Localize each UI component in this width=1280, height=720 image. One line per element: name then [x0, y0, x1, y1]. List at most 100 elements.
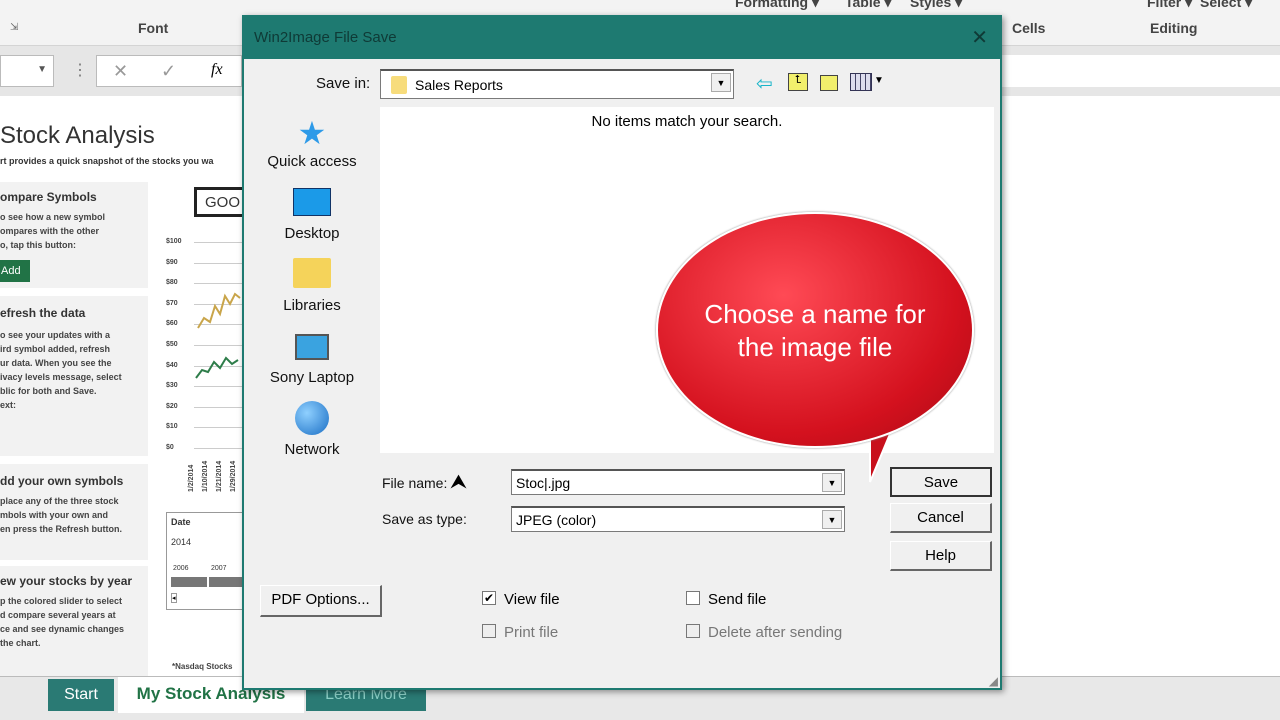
checkbox-icon: [482, 624, 496, 638]
ribbon-group-editing: Editing: [1150, 20, 1198, 36]
resize-grip-icon[interactable]: ◢: [989, 674, 998, 688]
place-label: Libraries: [283, 297, 341, 314]
chart-lines: [195, 292, 241, 379]
y-tick-label: $70: [166, 299, 178, 307]
y-tick-label: $0: [166, 444, 174, 451]
date-slicer[interactable]: Date 2014 2006 2007 ◂: [166, 512, 246, 610]
place-label: Quick access: [267, 153, 357, 170]
card-body: p the colored slider to select d compare…: [0, 596, 125, 648]
slicer-year: 2007: [211, 565, 227, 572]
dialog-titlebar: Win2Image File Save ✕: [244, 17, 1000, 59]
gridline: [194, 427, 244, 429]
conditional-formatting-button[interactable]: Formatting ▾: [735, 0, 819, 11]
card: ew your stocks by year p the colored sli…: [0, 566, 148, 676]
callout-bubble: Choose a name for the image file: [656, 212, 974, 448]
y-tick-label: $60: [166, 320, 178, 328]
place-label: Desktop: [284, 225, 340, 242]
enter-icon[interactable]: ✓: [161, 61, 176, 82]
dialog-launcher-icon[interactable]: ⇲: [10, 22, 18, 33]
tab-start[interactable]: Start: [48, 679, 114, 711]
place-network[interactable]: Network: [262, 401, 362, 458]
new-folder-icon[interactable]: [820, 75, 838, 91]
pdf-options-button[interactable]: PDF Options...: [260, 585, 382, 617]
checkbox-label: Print file: [504, 624, 559, 641]
view-file-checkbox[interactable]: ✔ View file: [482, 591, 560, 608]
find-select-button[interactable]: Select ▾: [1200, 0, 1252, 11]
place-quick-access[interactable]: ★ Quick access: [262, 113, 362, 170]
place-sony-laptop[interactable]: Sony Laptop: [262, 329, 362, 386]
series-line-gold: [197, 292, 241, 329]
callout-text: Choose a name for the image file: [704, 299, 926, 362]
slicer-value: 2014: [171, 537, 192, 547]
card-title: ew your stocks by year: [0, 574, 133, 588]
send-file-checkbox[interactable]: Send file: [686, 591, 766, 608]
card-body: place any of the three stock mbols with …: [0, 496, 123, 534]
y-tick-label: $10: [166, 423, 178, 431]
help-button[interactable]: Help: [890, 541, 992, 571]
y-tick-label: $90: [166, 258, 178, 266]
slicer-bar[interactable]: [209, 577, 245, 587]
formula-controls: ✕ ✓ fx: [96, 55, 242, 87]
card: dd your own symbols place any of the thr…: [0, 464, 148, 560]
gridline: [194, 242, 244, 243]
delete-after-sending-checkbox[interactable]: Delete after sending: [686, 624, 842, 641]
place-label: Sony Laptop: [269, 369, 355, 386]
computer-icon: [262, 329, 362, 369]
card: efresh the data o see your updates with …: [0, 296, 148, 456]
y-tick-label: $50: [166, 341, 178, 348]
checkbox-icon: [686, 591, 700, 605]
name-box[interactable]: ▼: [0, 55, 54, 87]
cancel-button[interactable]: Cancel: [890, 503, 992, 533]
save-type-select[interactable]: JPEG (color) ▼: [511, 506, 845, 532]
sheet-title: Stock Analysis: [0, 122, 155, 149]
function-icon[interactable]: fx: [211, 61, 223, 79]
place-desktop[interactable]: Desktop: [262, 185, 362, 242]
chevron-down-icon[interactable]: ▼: [822, 473, 842, 492]
checkbox-checked-icon: ✔: [482, 591, 496, 605]
places-bar: ★ Quick access Desktop Libraries Sony Lap…: [260, 107, 378, 467]
cancel-icon[interactable]: ✕: [113, 61, 128, 82]
chevron-down-icon[interactable]: ▼: [822, 510, 842, 529]
file-name-input[interactable]: Stoc|.jpg ▼: [511, 469, 845, 495]
empty-message: No items match your search.: [591, 113, 783, 130]
save-type-value: JPEG (color): [516, 512, 597, 528]
card-body: o see your updates with a ird symbol add…: [0, 330, 122, 410]
back-icon[interactable]: ⇦: [756, 71, 773, 96]
libraries-icon: [262, 257, 362, 297]
star-icon: ★: [297, 115, 327, 151]
save-in-select[interactable]: Sales Reports ▼: [380, 69, 734, 99]
card: ompare Symbols o see how a new symbol om…: [0, 182, 148, 288]
slicer-bar[interactable]: [171, 577, 207, 587]
view-menu-icon[interactable]: [850, 73, 872, 91]
scroll-left-icon[interactable]: ◂: [171, 593, 177, 603]
y-tick-label: $30: [166, 382, 178, 390]
sheet-subtitle: rt provides a quick snapshot of the stoc…: [0, 156, 214, 166]
formula-input[interactable]: [1002, 55, 1280, 87]
gridline: [194, 448, 244, 449]
network-icon: [262, 401, 362, 441]
worksheet: Stock Analysis rt provides a quick snaps…: [0, 96, 254, 676]
cell-styles-button[interactable]: Styles ▾: [910, 0, 962, 11]
x-tick-label: 1/10/2014: [202, 460, 209, 492]
chevron-down-icon[interactable]: ▼: [711, 73, 731, 92]
checkbox-label: View file: [504, 591, 560, 608]
sort-filter-button[interactable]: Filter ▾: [1147, 0, 1192, 11]
slicer-year: 2006: [173, 565, 189, 572]
close-icon[interactable]: ✕: [971, 25, 988, 50]
cursor-icon: ⮝: [450, 471, 467, 493]
add-button[interactable]: Add: [0, 260, 30, 282]
save-type-label: Save as type:: [382, 511, 467, 527]
format-table-button[interactable]: Table ▾: [845, 0, 891, 11]
chevron-down-icon[interactable]: ▼: [874, 75, 884, 86]
place-libraries[interactable]: Libraries: [262, 257, 362, 314]
print-file-checkbox[interactable]: Print file: [482, 624, 558, 641]
checkbox-label: Send file: [708, 591, 767, 608]
gridline: [194, 283, 244, 285]
folder-icon: [391, 76, 407, 94]
y-tick-label: $20: [166, 402, 178, 410]
gridline: [194, 386, 244, 388]
checkbox-label: Delete after sending: [708, 624, 843, 641]
x-tick-label: 1/21/2014: [216, 460, 223, 492]
y-tick-label: $80: [166, 279, 178, 287]
up-folder-icon[interactable]: ⮤: [788, 73, 808, 91]
